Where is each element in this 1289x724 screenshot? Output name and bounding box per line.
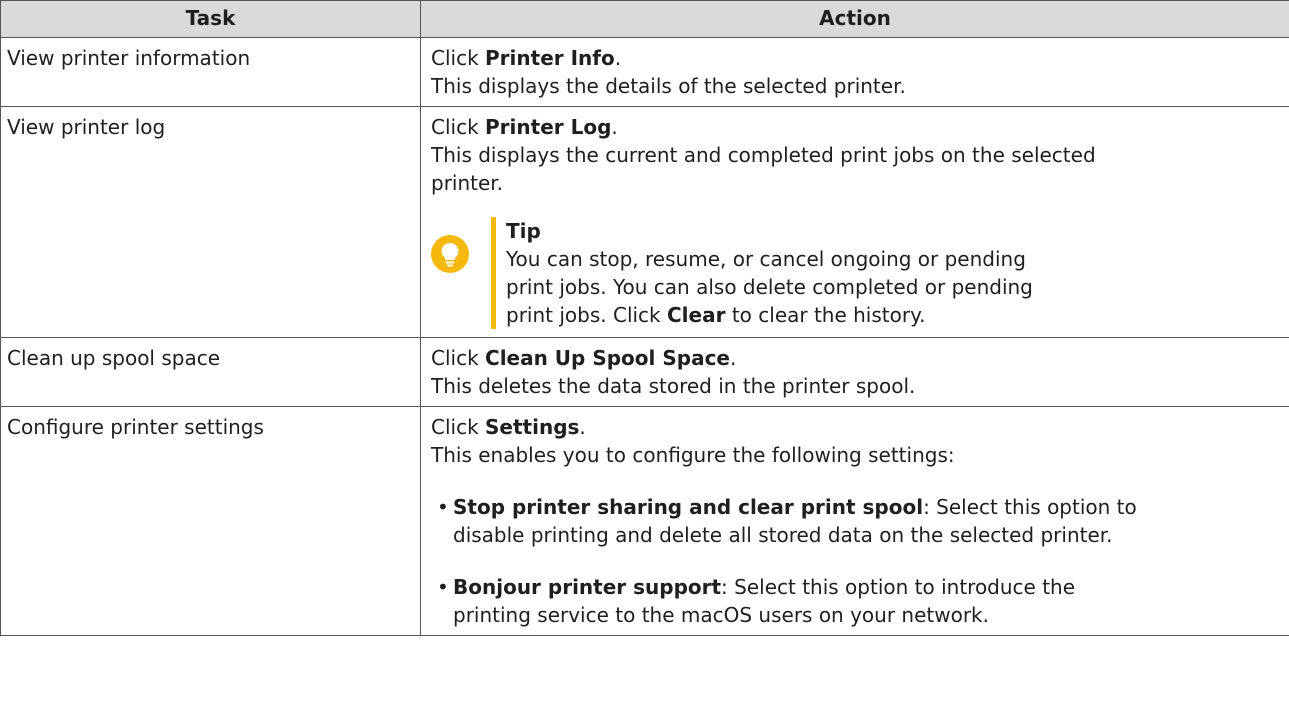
ui-element-name: Printer Info <box>485 46 615 70</box>
task-cell: View printer information <box>0 37 421 107</box>
tip-text-suffix: to clear the history. <box>725 303 926 327</box>
tip-callout: Tip You can stop, resume, or cancel ongo… <box>431 217 1279 329</box>
tip-title: Tip <box>506 219 541 243</box>
list-item: • Bonjour printer support: Select this o… <box>431 573 1279 629</box>
setting-name: Bonjour printer support <box>453 575 722 599</box>
setting-description: : Select this option to introduce the <box>721 575 1076 599</box>
ui-element-name: Settings <box>485 415 580 439</box>
header-action: Action <box>420 0 1289 38</box>
list-item: • Stop printer sharing and clear print s… <box>431 493 1279 549</box>
table-header-row: Task Action <box>0 0 1289 38</box>
table-row: Configure printer settings Click Setting… <box>0 406 1289 636</box>
action-description: This displays the details of the selecte… <box>431 74 906 98</box>
ui-element-name: Clear <box>667 303 726 327</box>
instruction-suffix: . <box>579 415 586 439</box>
setting-description-cont: printing service to the macOS users on y… <box>453 603 989 627</box>
header-task: Task <box>0 0 421 38</box>
action-cell: Click Printer Info. This displays the de… <box>420 37 1289 107</box>
action-description: This displays the current and completed … <box>431 143 1096 167</box>
task-action-table: Task Action View printer information Cli… <box>0 0 1289 636</box>
action-instruction: Click Printer Log. <box>431 113 1279 141</box>
action-cell: Click Clean Up Spool Space. This deletes… <box>420 337 1289 407</box>
setting-description-cont: disable printing and delete all stored d… <box>453 523 1113 547</box>
lightbulb-icon <box>431 235 469 273</box>
bullet: • <box>437 495 449 519</box>
action-instruction: Click Printer Info. <box>431 44 1279 72</box>
instruction-prefix: Click <box>431 115 486 139</box>
tip-accent-bar <box>491 217 496 329</box>
setting-name: Stop printer sharing and clear print spo… <box>453 495 924 519</box>
setting-description: : Select this option to <box>923 495 1137 519</box>
action-cell: Click Printer Log. This displays the cur… <box>420 106 1289 338</box>
action-cell: Click Settings. This enables you to conf… <box>420 406 1289 636</box>
table-row: View printer information Click Printer I… <box>0 37 1289 107</box>
instruction-suffix: . <box>614 46 622 70</box>
action-instruction: Click Clean Up Spool Space. <box>431 344 1279 372</box>
tip-text: print jobs. You can also delete complete… <box>506 275 1033 299</box>
table-row: View printer log Click Printer Log. This… <box>0 106 1289 338</box>
instruction-suffix: . <box>611 115 618 139</box>
task-cell: Clean up spool space <box>0 337 421 407</box>
bullet: • <box>437 575 449 599</box>
tip-text-prefix: print jobs. Click <box>506 303 667 327</box>
task-cell: Configure printer settings <box>0 406 421 636</box>
tip-body: Tip You can stop, resume, or cancel ongo… <box>506 217 1279 329</box>
tip-text: You can stop, resume, or cancel ongoing … <box>506 247 1026 271</box>
action-instruction: Click Settings. <box>431 413 1279 441</box>
instruction-prefix: Click <box>431 415 486 439</box>
instruction-prefix: Click <box>431 46 486 70</box>
instruction-suffix: . <box>730 346 737 370</box>
instruction-prefix: Click <box>431 346 486 370</box>
ui-element-name: Printer Log <box>485 115 612 139</box>
task-cell: View printer log <box>0 106 421 338</box>
settings-list: • Stop printer sharing and clear print s… <box>431 493 1279 629</box>
table-row: Clean up spool space Click Clean Up Spoo… <box>0 337 1289 407</box>
action-description-cont: printer. <box>431 171 504 195</box>
ui-element-name: Clean Up Spool Space <box>485 346 730 370</box>
action-description: This deletes the data stored in the prin… <box>431 374 916 398</box>
action-description: This enables you to configure the follow… <box>431 443 955 467</box>
tip-text: print jobs. Click Clear to clear the his… <box>506 301 1279 329</box>
